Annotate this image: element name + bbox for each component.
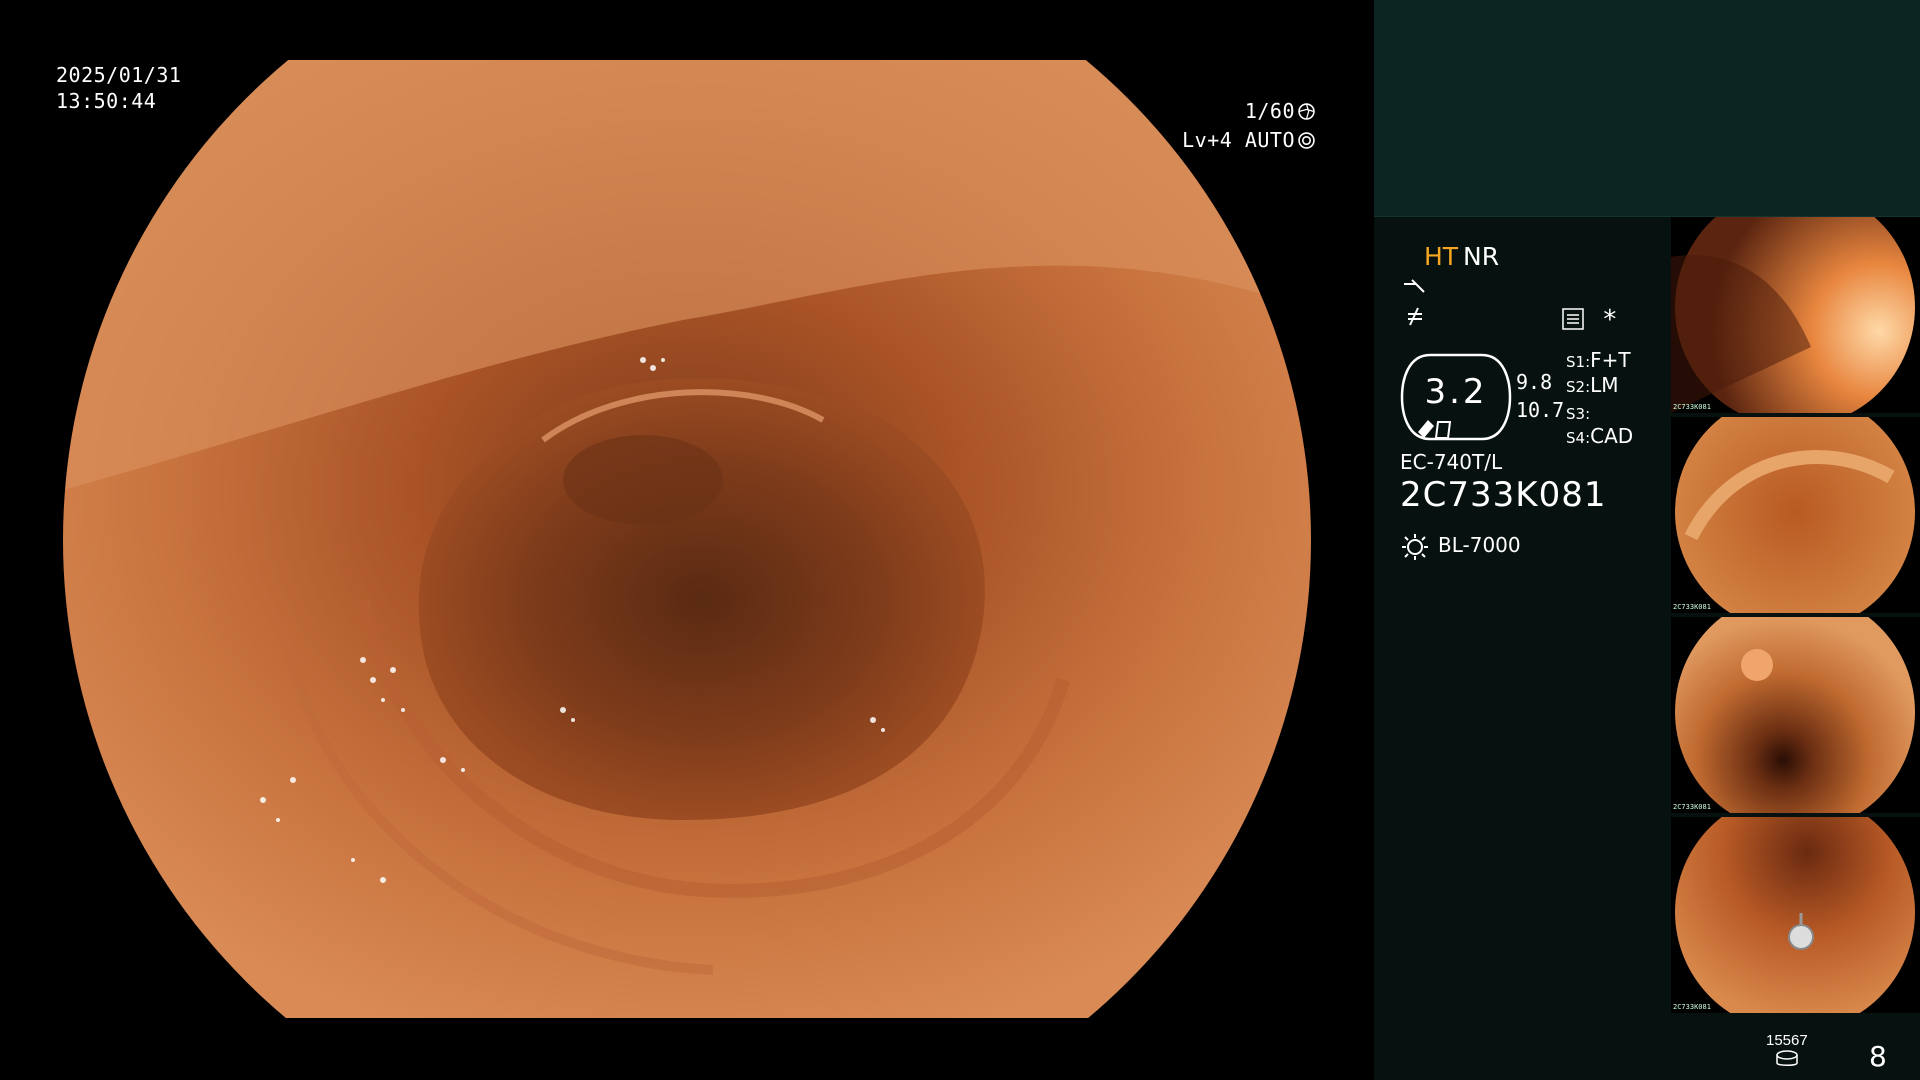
thumbnail-caption: 2C733K081 (1673, 603, 1711, 611)
exam-date: 2025/01/31 (56, 63, 182, 87)
panel-header-area (1374, 0, 1920, 217)
exam-time: 13:50:44 (56, 89, 157, 113)
zoom-value: 3.2 (1424, 372, 1488, 412)
mode-ht-indicator: HT (1424, 242, 1459, 271)
thumbnail-caption: 2C733K081 (1673, 1003, 1711, 1011)
color-enhancement-icon (1408, 307, 1422, 326)
thumbnail-image (1675, 817, 1915, 1013)
storage-icon (1776, 1050, 1798, 1066)
thumbnail-image (1671, 217, 1915, 413)
switch-s4: S4:CAD (1566, 424, 1634, 448)
menu-icon (1562, 308, 1584, 330)
thumbnail-caption: 2C733K081 (1673, 403, 1711, 411)
structure-enhancement-icon (1404, 279, 1425, 293)
capture-thumbnail[interactable]: 2C733K081 (1671, 617, 1920, 813)
readout-value-a: 9.8 (1516, 370, 1553, 394)
thumbnail-caption: 2C733K081 (1673, 803, 1711, 811)
shutter-value: 1/60 (1244, 99, 1295, 123)
iris-icon (1298, 132, 1315, 149)
mode-nr-indicator: NR (1463, 242, 1500, 271)
endoscope-live-view (63, 60, 1311, 1018)
iris-value: Lv+4 AUTO (1182, 128, 1295, 152)
shutter-icon (1298, 103, 1315, 120)
scope-serial-number: 2C733K081 (1400, 475, 1607, 515)
scope-model: EC-740T/L (1400, 450, 1503, 474)
light-source-icon (1402, 534, 1428, 560)
readout-value-b: 10.7 (1516, 398, 1565, 422)
storage-count: 15567 (1766, 1032, 1808, 1049)
capture-thumbnail[interactable]: 2C733K081 (1671, 217, 1920, 413)
capture-thumbnail[interactable]: 2C733K081 (1671, 817, 1920, 1013)
page-number: 8 (1869, 1040, 1887, 1073)
switch-s1: S1:F+T (1566, 348, 1631, 372)
switch-s3: S3: (1566, 405, 1591, 423)
capture-thumbnail[interactable]: 2C733K081 (1671, 417, 1920, 613)
thumbnail-image (1675, 417, 1915, 613)
iris-readout: Lv+4 AUTO (1182, 127, 1315, 154)
switch-s2: S2:LM (1566, 373, 1619, 397)
light-source-model: BL-7000 (1438, 533, 1521, 557)
status-panel: HT NR * 3.2 9.8 10.7 S1:F+T S2:LM S3: S4… (1374, 0, 1920, 1080)
shutter-readout: 1/60 (1245, 98, 1315, 125)
asterisk-indicator: * (1602, 305, 1618, 335)
thumbnail-image (1675, 617, 1915, 813)
